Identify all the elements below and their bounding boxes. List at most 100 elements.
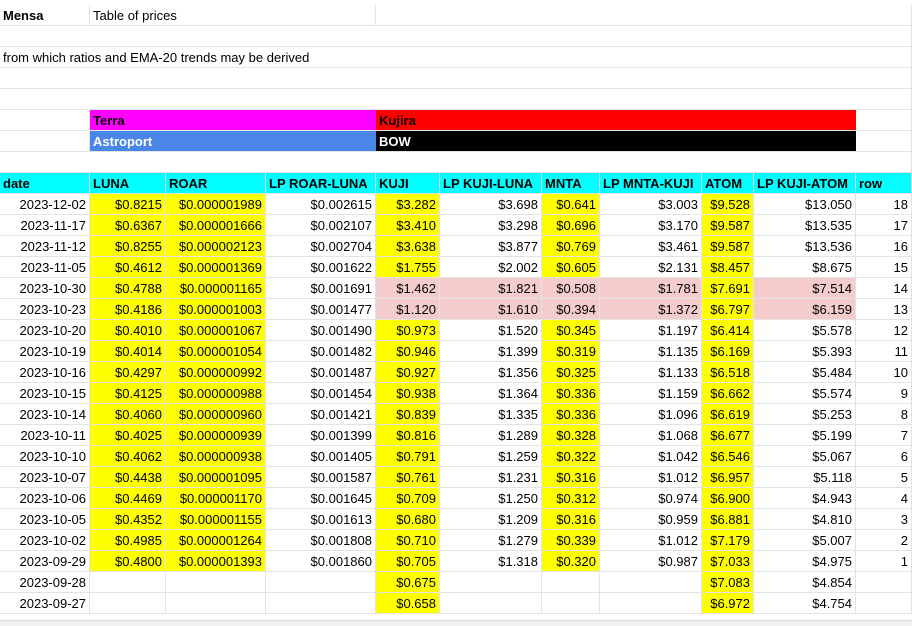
cell-lp-mnta-kuji[interactable]: $3.461 [600,236,702,257]
cell-row[interactable] [856,593,912,614]
cell-row[interactable]: 5 [856,467,912,488]
cell-mnta[interactable]: $0.336 [542,404,600,425]
cell-date[interactable]: 2023-09-29 [0,551,90,572]
cell-lp-roar-luna[interactable]: $0.001487 [266,362,376,383]
cell-lp-mnta-kuji[interactable]: $0.974 [600,488,702,509]
cell-lp-roar-luna[interactable]: $0.001482 [266,341,376,362]
cell-lp-roar-luna[interactable]: $0.002704 [266,236,376,257]
cell-roar[interactable]: $0.000000938 [166,446,266,467]
header-roar[interactable]: ROAR [166,173,266,194]
cell-lp-kuji-luna[interactable]: $3.698 [440,194,542,215]
cell-row[interactable] [856,572,912,593]
cell-lp-kuji-luna[interactable]: $1.318 [440,551,542,572]
cell-lp-mnta-kuji[interactable]: $0.959 [600,509,702,530]
cell-lp-mnta-kuji[interactable] [600,572,702,593]
cell-roar[interactable]: $0.000000939 [166,425,266,446]
cell-luna[interactable]: $0.4438 [90,467,166,488]
cell-lp-kuji-luna[interactable]: $1.364 [440,383,542,404]
cell-atom[interactable]: $6.900 [702,488,754,509]
cell-lp-roar-luna[interactable]: $0.001613 [266,509,376,530]
cell-lp-kuji-luna[interactable]: $1.520 [440,320,542,341]
header-lp-kuji-atom[interactable]: LP KUJI-ATOM [754,173,856,194]
cell-mnta[interactable]: $0.316 [542,509,600,530]
cell-row[interactable]: 14 [856,278,912,299]
cell-lp-kuji-atom[interactable]: $5.253 [754,404,856,425]
cell-luna[interactable]: $0.6367 [90,215,166,236]
cell-kuji[interactable]: $0.710 [376,530,440,551]
cell-atom[interactable]: $9.587 [702,215,754,236]
cell-roar[interactable]: $0.000001067 [166,320,266,341]
cell-atom[interactable]: $6.414 [702,320,754,341]
cell-lp-kuji-luna[interactable]: $1.209 [440,509,542,530]
cell-date[interactable]: 2023-12-02 [0,194,90,215]
cell-mnta[interactable]: $0.339 [542,530,600,551]
cell-row[interactable]: 10 [856,362,912,383]
group-kujira-cell[interactable]: Kujira [376,110,856,131]
cell-kuji[interactable]: $0.680 [376,509,440,530]
cell-date[interactable]: 2023-10-30 [0,278,90,299]
cell-lp-kuji-atom[interactable]: $7.514 [754,278,856,299]
cell-mnta[interactable]: $0.641 [542,194,600,215]
cell-lp-kuji-atom[interactable]: $5.007 [754,530,856,551]
cell-lp-kuji-luna[interactable]: $3.298 [440,215,542,236]
cell-lp-kuji-atom[interactable]: $4.975 [754,551,856,572]
cell-roar[interactable] [166,572,266,593]
cell-luna[interactable]: $0.4062 [90,446,166,467]
cell-date[interactable]: 2023-10-23 [0,299,90,320]
cell-kuji[interactable]: $0.705 [376,551,440,572]
cell-row[interactable]: 3 [856,509,912,530]
cell-lp-mnta-kuji[interactable]: $1.068 [600,425,702,446]
cell-luna[interactable]: $0.4788 [90,278,166,299]
cell-row[interactable]: 1 [856,551,912,572]
cell-row[interactable]: 7 [856,425,912,446]
cell-atom[interactable]: $7.691 [702,278,754,299]
cell-luna[interactable]: $0.4469 [90,488,166,509]
cell-lp-mnta-kuji[interactable]: $0.987 [600,551,702,572]
cell-row[interactable]: 15 [856,257,912,278]
cell-roar[interactable]: $0.000001369 [166,257,266,278]
cell-date[interactable]: 2023-11-17 [0,215,90,236]
cell-lp-kuji-luna[interactable]: $2.002 [440,257,542,278]
cell-atom[interactable]: $6.677 [702,425,754,446]
cell-lp-kuji-atom[interactable]: $4.854 [754,572,856,593]
header-atom[interactable]: ATOM [702,173,754,194]
cell-lp-roar-luna[interactable]: $0.001399 [266,425,376,446]
cell-date[interactable]: 2023-10-02 [0,530,90,551]
cell-atom[interactable]: $6.169 [702,341,754,362]
cell-atom[interactable]: $9.587 [702,236,754,257]
cell-luna[interactable]: $0.8255 [90,236,166,257]
cell-luna[interactable]: $0.4186 [90,299,166,320]
cell-lp-kuji-atom[interactable]: $5.574 [754,383,856,404]
cell-atom[interactable]: $6.546 [702,446,754,467]
cell-lp-kuji-luna[interactable] [440,572,542,593]
cell-date[interactable]: 2023-10-11 [0,425,90,446]
cell-lp-kuji-luna[interactable]: $3.877 [440,236,542,257]
cell-atom[interactable]: $7.033 [702,551,754,572]
cell-roar[interactable]: $0.000000960 [166,404,266,425]
cell-mnta[interactable]: $0.319 [542,341,600,362]
cell-roar[interactable]: $0.000001165 [166,278,266,299]
cell-kuji[interactable]: $0.675 [376,572,440,593]
cell-lp-mnta-kuji[interactable]: $3.003 [600,194,702,215]
cell-roar[interactable]: $0.000001003 [166,299,266,320]
cell-lp-kuji-luna[interactable]: $1.279 [440,530,542,551]
horizontal-scrollbar[interactable] [0,620,912,626]
cell-atom[interactable]: $6.619 [702,404,754,425]
cell-row[interactable]: 17 [856,215,912,236]
header-luna[interactable]: LUNA [90,173,166,194]
cell-atom[interactable]: $6.797 [702,299,754,320]
cell-lp-roar-luna[interactable]: $0.001454 [266,383,376,404]
cell-kuji[interactable]: $0.791 [376,446,440,467]
cell-luna[interactable]: $0.4985 [90,530,166,551]
cell-atom[interactable]: $6.881 [702,509,754,530]
cell-lp-roar-luna[interactable]: $0.001860 [266,551,376,572]
cell-mnta[interactable]: $0.320 [542,551,600,572]
cell-luna[interactable]: $0.4060 [90,404,166,425]
header-row[interactable]: row [856,173,912,194]
cell-lp-roar-luna[interactable]: $0.001587 [266,467,376,488]
cell-lp-kuji-luna[interactable]: $1.335 [440,404,542,425]
cell-lp-kuji-luna[interactable]: $1.399 [440,341,542,362]
cell-mnta[interactable]: $0.696 [542,215,600,236]
cell-date[interactable]: 2023-11-05 [0,257,90,278]
cell-date[interactable]: 2023-10-05 [0,509,90,530]
